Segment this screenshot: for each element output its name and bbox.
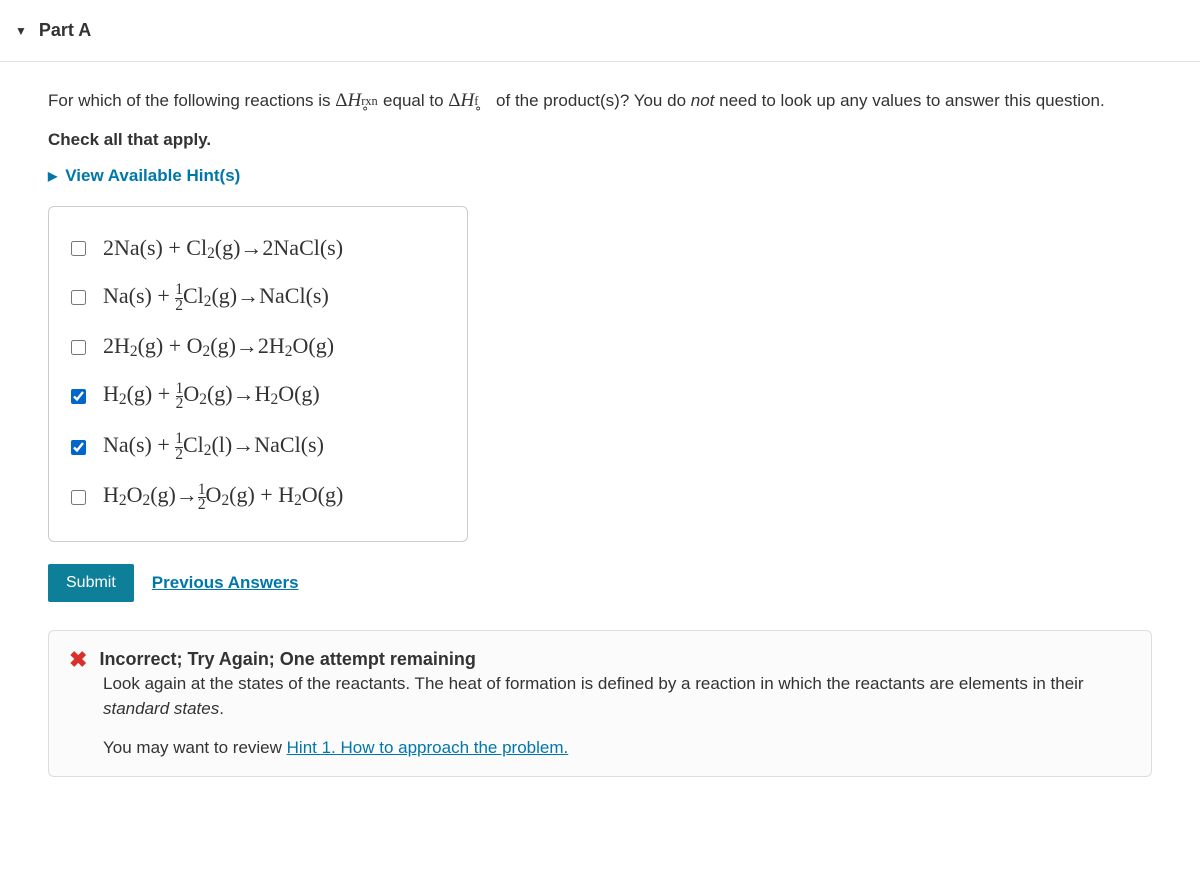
feedback-hint: You may want to review Hint 1. How to ap…: [103, 738, 1131, 758]
delta-h-f-symbol: ΔH∘f: [448, 90, 491, 111]
question-suffix-1: of the product(s)? You do: [496, 91, 691, 110]
feedback-body-italic: standard states: [103, 699, 219, 718]
feedback-body: Look again at the states of the reactant…: [103, 671, 1131, 722]
choice-row[interactable]: 2Na(s) + Cl2(g)→2NaCl(s): [67, 225, 449, 273]
choice-formula: 2H2(g) + O2(g)→2H2O(g): [103, 333, 334, 361]
choice-row[interactable]: Na(s) + 12Cl2(g)→NaCl(s): [67, 273, 449, 324]
choice-checkbox[interactable]: [71, 440, 86, 455]
submit-button[interactable]: Submit: [48, 564, 134, 602]
feedback-body-2: .: [219, 699, 224, 718]
delta-h-rxn-symbol: ΔH∘rxn: [335, 90, 378, 111]
instruction: Check all that apply.: [48, 130, 1152, 150]
content-area: For which of the following reactions is …: [0, 62, 1200, 807]
view-hints-toggle[interactable]: ▶ View Available Hint(s): [48, 166, 1152, 186]
caret-down-icon: ▼: [15, 24, 27, 38]
choice-formula: H2(g) + 12O2(g)→H2O(g): [103, 381, 320, 412]
previous-answers-link[interactable]: Previous Answers: [152, 573, 299, 593]
view-hints-label: View Available Hint(s): [65, 166, 240, 186]
choice-row[interactable]: H2O2(g)→12O2(g) + H2O(g): [67, 472, 449, 523]
choice-formula: 2Na(s) + Cl2(g)→2NaCl(s): [103, 235, 343, 263]
choice-checkbox[interactable]: [71, 290, 86, 305]
feedback-hint-link[interactable]: Hint 1. How to approach the problem.: [287, 738, 569, 757]
choices-box: 2Na(s) + Cl2(g)→2NaCl(s) Na(s) + 12Cl2(g)…: [48, 206, 468, 542]
question-suffix-2: need to look up any values to answer thi…: [714, 91, 1104, 110]
question-mid: equal to: [383, 91, 448, 110]
choice-formula: Na(s) + 12Cl2(g)→NaCl(s): [103, 283, 329, 314]
feedback-body-1: Look again at the states of the reactant…: [103, 674, 1084, 693]
actions-row: Submit Previous Answers: [48, 564, 1152, 602]
choice-row[interactable]: 2H2(g) + O2(g)→2H2O(g): [67, 323, 449, 371]
question-prefix: For which of the following reactions is: [48, 91, 335, 110]
feedback-title: Incorrect; Try Again; One attempt remain…: [99, 649, 475, 670]
choice-checkbox[interactable]: [71, 389, 86, 404]
question-text: For which of the following reactions is …: [48, 87, 1152, 116]
choice-checkbox[interactable]: [71, 241, 86, 256]
part-title: Part A: [39, 20, 91, 41]
choice-checkbox[interactable]: [71, 340, 86, 355]
part-header[interactable]: ▼ Part A: [0, 0, 1200, 62]
choice-row[interactable]: Na(s) + 12Cl2(l)→NaCl(s): [67, 422, 449, 473]
caret-right-icon: ▶: [48, 169, 57, 183]
incorrect-x-icon: ✖: [69, 649, 87, 671]
choice-row[interactable]: H2(g) + 12O2(g)→H2O(g): [67, 371, 449, 422]
choice-formula: H2O2(g)→12O2(g) + H2O(g): [103, 482, 343, 513]
feedback-hint-prefix: You may want to review: [103, 738, 287, 757]
choice-formula: Na(s) + 12Cl2(l)→NaCl(s): [103, 432, 324, 463]
feedback-box: ✖ Incorrect; Try Again; One attempt rema…: [48, 630, 1152, 777]
question-not: not: [691, 91, 715, 110]
choice-checkbox[interactable]: [71, 490, 86, 505]
